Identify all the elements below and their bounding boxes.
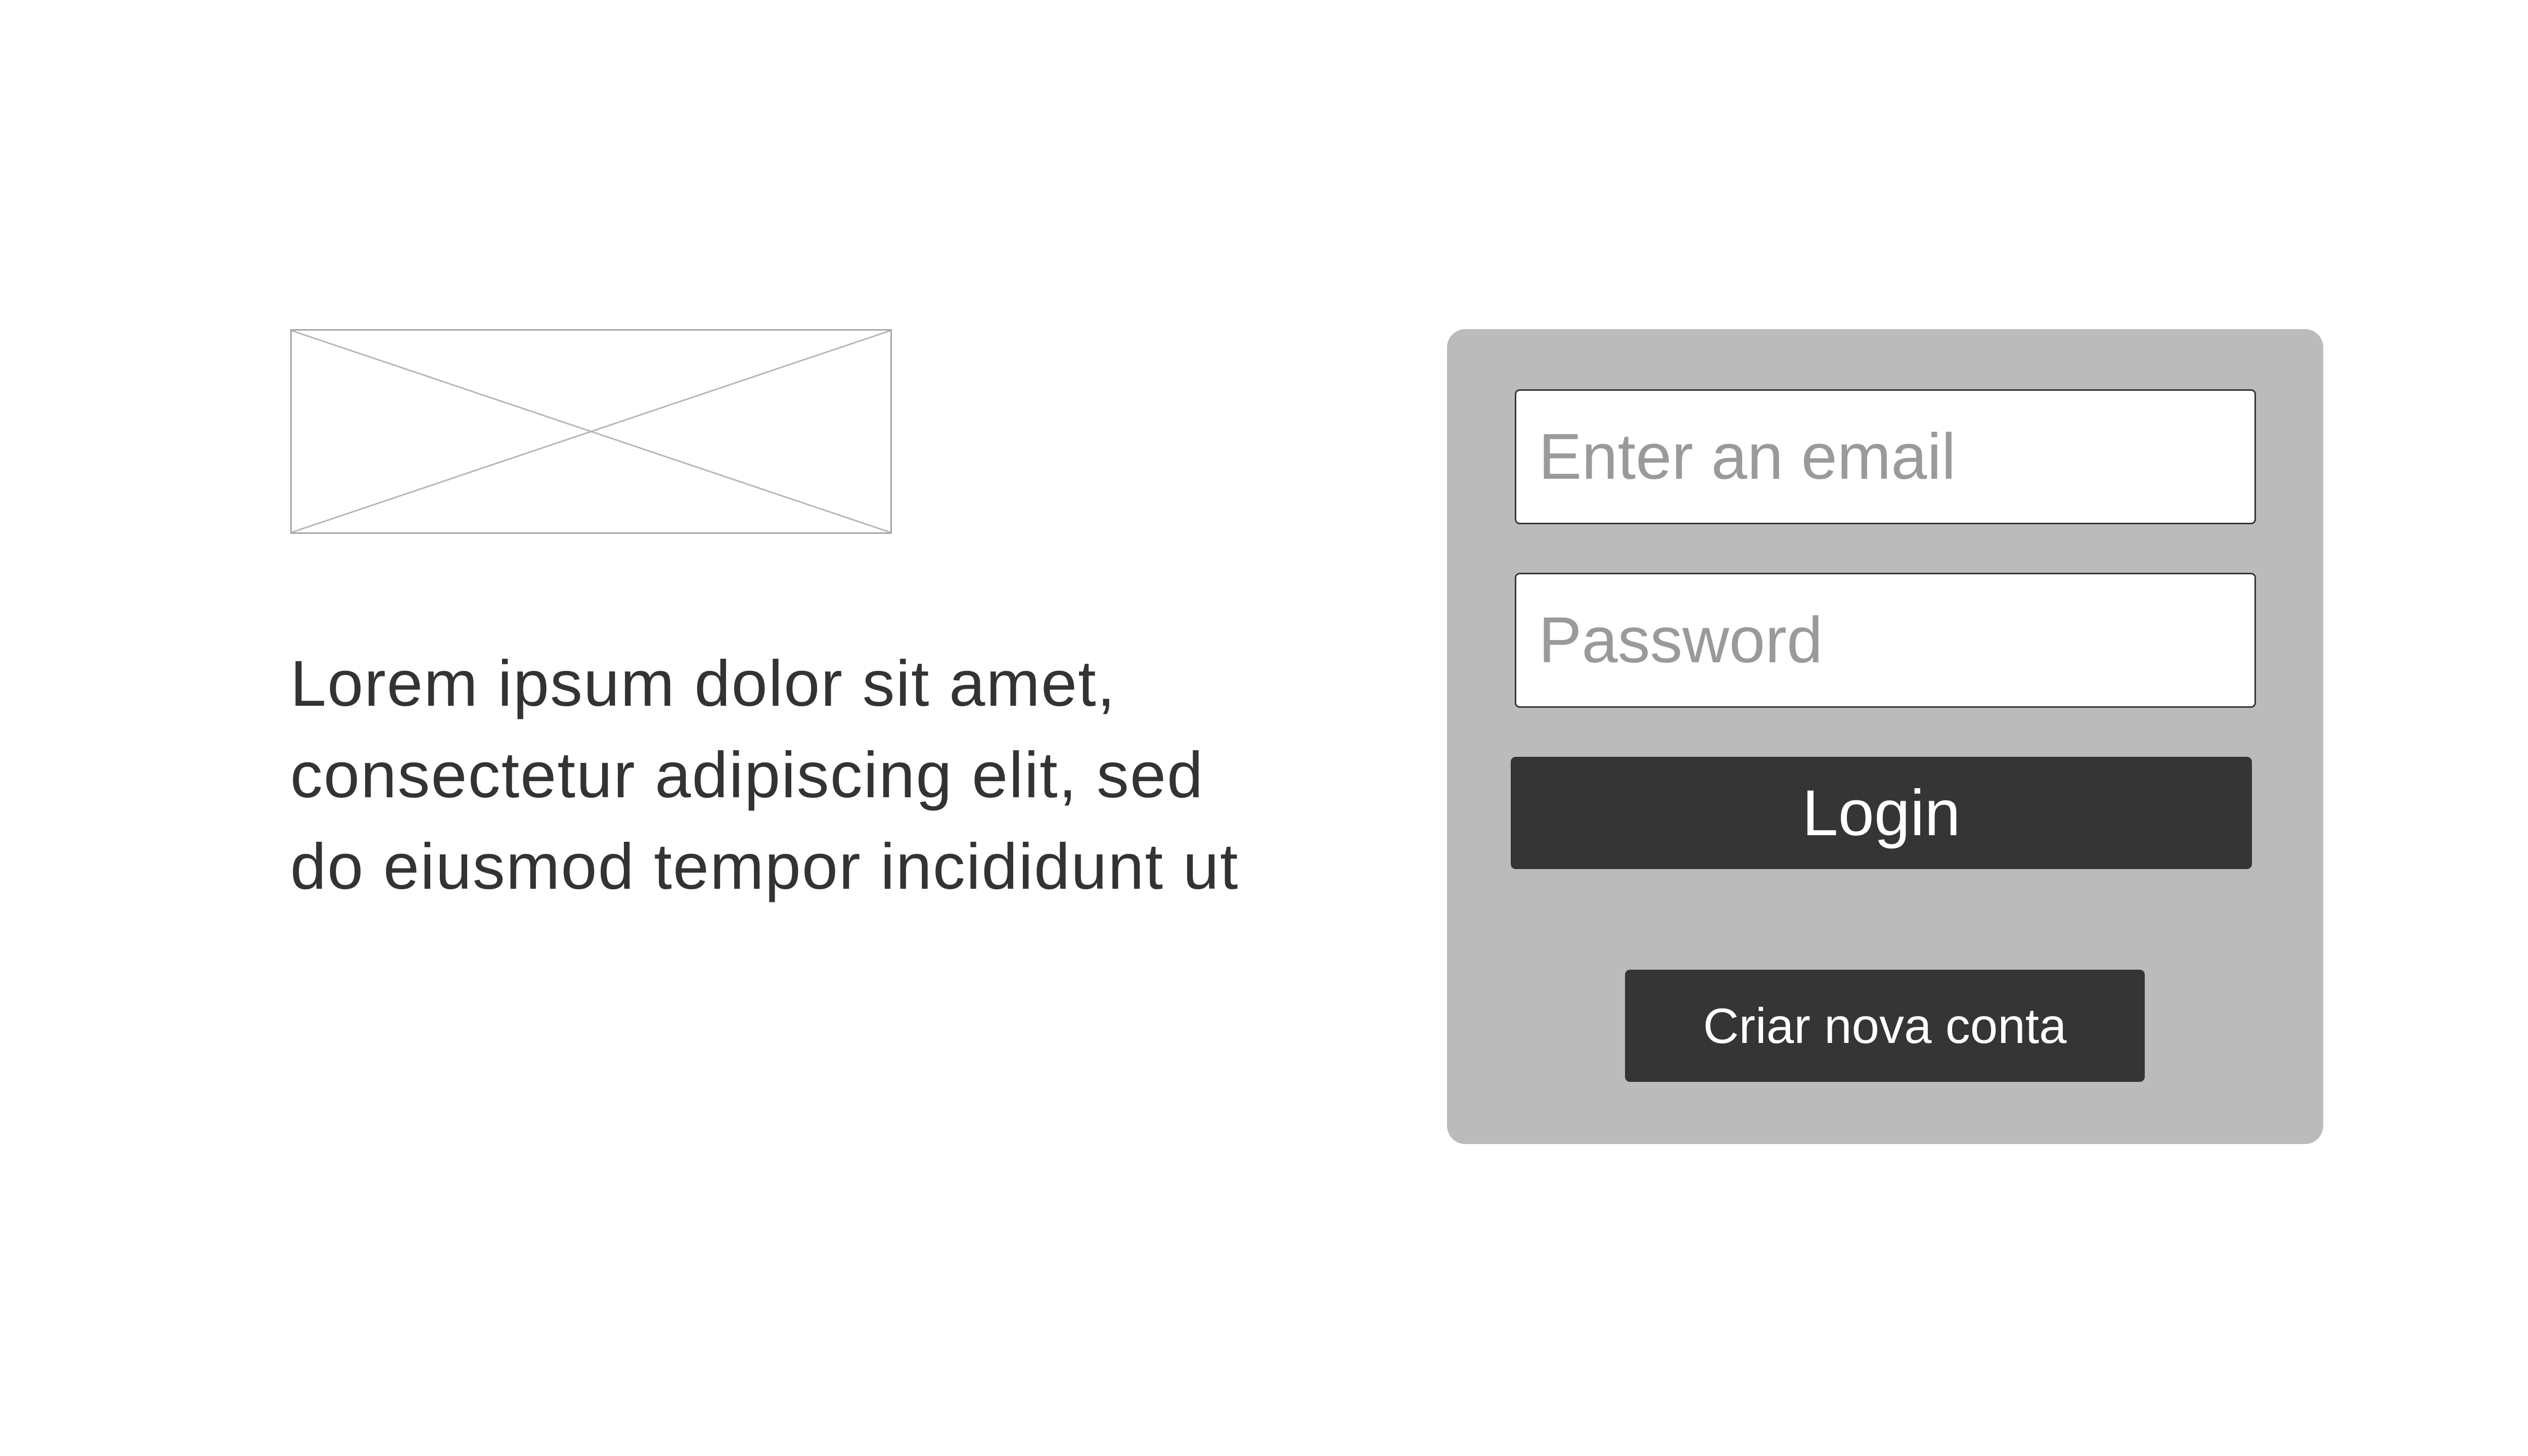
email-field[interactable] bbox=[1515, 389, 2256, 524]
image-placeholder-icon bbox=[292, 331, 890, 532]
login-button[interactable]: Login bbox=[1511, 757, 2252, 869]
intro-paragraph: Lorem ipsum dolor sit amet, consectetur … bbox=[290, 648, 1239, 903]
password-field[interactable] bbox=[1515, 573, 2256, 708]
login-panel: Login Criar nova conta bbox=[1447, 329, 2323, 1144]
logo-placeholder-image bbox=[290, 329, 892, 534]
create-account-button[interactable]: Criar nova conta bbox=[1625, 970, 2145, 1082]
